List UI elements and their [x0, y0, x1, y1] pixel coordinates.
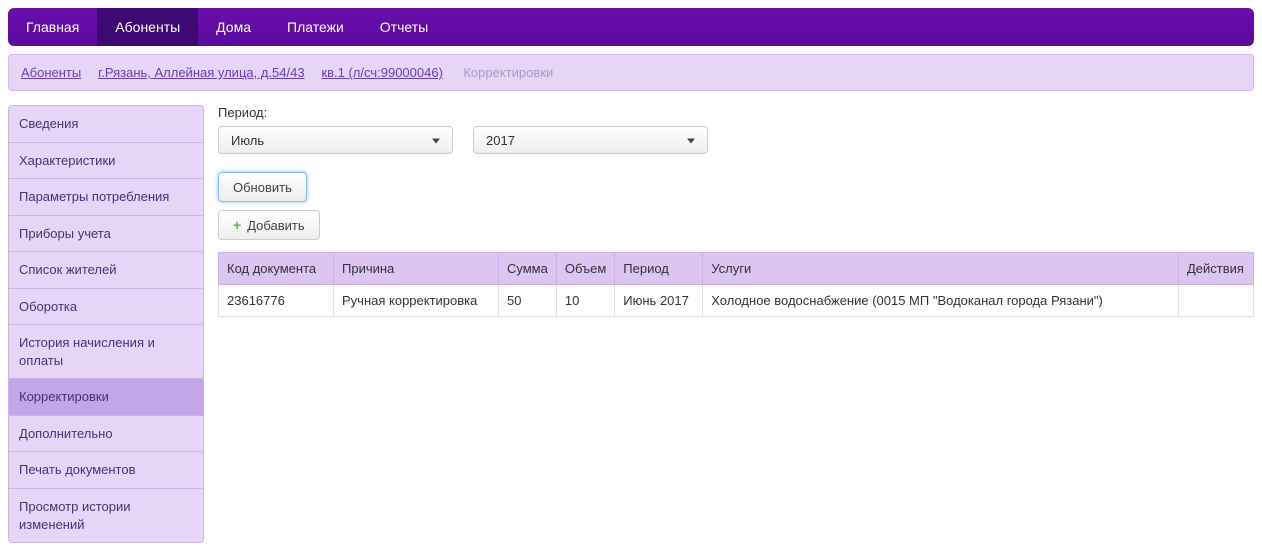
add-button-label: Добавить	[247, 218, 304, 233]
col-volume: Объем	[556, 253, 614, 285]
breadcrumb-current: Корректировки	[463, 65, 553, 80]
col-services: Услуги	[703, 253, 1179, 285]
cell-reason: Ручная корректировка	[334, 285, 499, 317]
cell-volume: 10	[556, 285, 614, 317]
breadcrumb: Абоненты г.Рязань, Аллейная улица, д.54/…	[8, 54, 1254, 91]
cell-sum: 50	[499, 285, 557, 317]
nav-payments[interactable]: Платежи	[269, 8, 362, 46]
sidebar-item-print-docs[interactable]: Печать документов	[9, 452, 203, 489]
nav-reports[interactable]: Отчеты	[362, 8, 446, 46]
col-period: Период	[615, 253, 703, 285]
corrections-table: Код документа Причина Сумма Объем Период…	[218, 252, 1254, 317]
cell-period: Июнь 2017	[615, 285, 703, 317]
top-nav: Главная Абоненты Дома Платежи Отчеты	[8, 8, 1254, 46]
sidebar-item-additional[interactable]: Дополнительно	[9, 416, 203, 453]
year-select-value: 2017	[486, 133, 515, 148]
col-doc-code: Код документа	[219, 253, 334, 285]
month-select[interactable]: Июль	[218, 126, 453, 154]
chevron-down-icon	[432, 139, 440, 144]
cell-doc-code: 23616776	[219, 285, 334, 317]
refresh-button[interactable]: Обновить	[218, 172, 307, 202]
breadcrumb-link-apartment[interactable]: кв.1 (л/сч:99000046)	[321, 65, 442, 80]
chevron-down-icon	[687, 139, 695, 144]
year-select[interactable]: 2017	[473, 126, 708, 154]
main-panel: Период: Июль 2017 Обновить + Добавить К	[218, 105, 1254, 543]
cell-services: Холодное водоснабжение (0015 МП "Водокан…	[703, 285, 1179, 317]
sidebar-item-meters[interactable]: Приборы учета	[9, 216, 203, 253]
sidebar-item-turnover[interactable]: Оборотка	[9, 289, 203, 326]
add-button[interactable]: + Добавить	[218, 210, 320, 240]
col-reason: Причина	[334, 253, 499, 285]
sidebar: Сведения Характеристики Параметры потреб…	[8, 105, 204, 543]
nav-subscribers[interactable]: Абоненты	[97, 8, 198, 46]
col-sum: Сумма	[499, 253, 557, 285]
sidebar-item-info[interactable]: Сведения	[9, 106, 203, 143]
sidebar-item-change-history[interactable]: Просмотр истории изменений	[9, 489, 203, 542]
table-row: 23616776 Ручная корректировка 50 10 Июнь…	[219, 285, 1254, 317]
breadcrumb-link-subscribers[interactable]: Абоненты	[21, 65, 81, 80]
breadcrumb-link-address[interactable]: г.Рязань, Аллейная улица, д.54/43	[98, 65, 305, 80]
nav-houses[interactable]: Дома	[198, 8, 269, 46]
sidebar-item-history[interactable]: История начисления и оплаты	[9, 325, 203, 379]
sidebar-item-corrections[interactable]: Корректировки	[9, 379, 203, 416]
period-label: Период:	[218, 105, 1254, 120]
cell-actions	[1179, 285, 1254, 317]
nav-main[interactable]: Главная	[8, 8, 97, 46]
month-select-value: Июль	[231, 133, 264, 148]
plus-icon: +	[233, 217, 241, 233]
col-actions: Действия	[1179, 253, 1254, 285]
sidebar-item-consumption-params[interactable]: Параметры потребления	[9, 179, 203, 216]
sidebar-item-characteristics[interactable]: Характеристики	[9, 143, 203, 180]
sidebar-item-residents[interactable]: Список жителей	[9, 252, 203, 289]
